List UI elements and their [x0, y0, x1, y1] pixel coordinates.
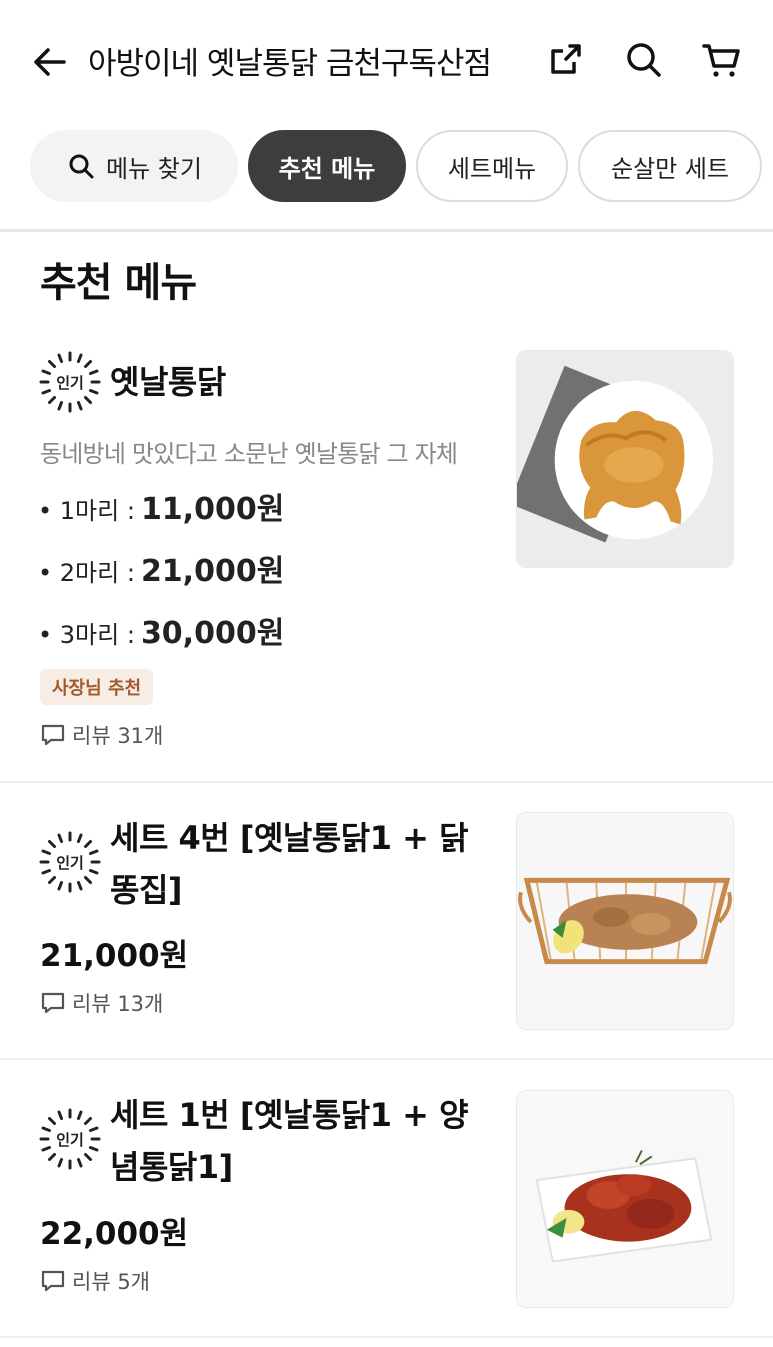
price-option-label: • 3마리 :: [38, 621, 135, 649]
popular-badge: 인기: [38, 350, 102, 414]
search-icon: [69, 154, 94, 179]
tab-boneless-set[interactable]: 순살만 세트: [578, 130, 762, 202]
comment-icon: [41, 992, 65, 1014]
menu-item-description: 동네방네 맛있다고 소문난 옛날통닭 그 자체: [40, 440, 458, 468]
search-icon[interactable]: [622, 38, 666, 82]
price-option-value: 11,000원: [140, 492, 285, 527]
comment-icon: [41, 1270, 65, 1292]
popular-label: 인기: [56, 853, 84, 872]
back-arrow-icon[interactable]: [30, 42, 70, 82]
section-title: 추천 메뉴: [40, 260, 197, 306]
top-app-bar: 아방이네 옛날통닭 금천구독산점: [0, 0, 773, 120]
price-option: • 3마리 :30,000원: [38, 608, 284, 652]
menu-item-name: 세트 4번 [옛날통닭1 + 닭똥집]: [110, 819, 469, 909]
divider: [0, 229, 773, 232]
price-option-label: • 2마리 :: [38, 559, 135, 587]
owner-recommend-tag: 사장님 추천: [40, 669, 154, 705]
popular-label: 인기: [56, 1130, 84, 1149]
tab-set-menu[interactable]: 세트메뉴: [416, 130, 568, 202]
store-title: 아방이네 옛날통닭 금천구독산점: [88, 46, 492, 82]
popular-badge: 인기: [38, 830, 102, 894]
review-count: 리뷰 5개: [40, 1266, 150, 1296]
price-option-value: 30,000원: [140, 616, 285, 651]
cart-icon[interactable]: [700, 38, 744, 82]
price-option: • 2마리 :21,000원: [38, 546, 284, 590]
menu-search-button[interactable]: 메뉴 찾기: [30, 130, 238, 202]
comment-icon: [41, 724, 65, 746]
review-count: 리뷰 31개: [40, 720, 163, 750]
popular-label: 인기: [56, 373, 84, 392]
menu-item-price: 22,000원: [40, 1216, 189, 1252]
popular-badge: 인기: [38, 1107, 102, 1171]
review-count-label: 리뷰 31개: [72, 724, 164, 748]
price-option-value: 21,000원: [140, 554, 285, 589]
menu-item-price: 21,000원: [40, 938, 189, 974]
price-option: • 1마리 :11,000원: [38, 484, 284, 528]
menu-item-photo[interactable]: [516, 1090, 734, 1308]
menu-search-label: 메뉴 찾기: [106, 154, 202, 183]
menu-item-photo[interactable]: [516, 350, 734, 568]
divider: [0, 1336, 773, 1338]
review-count-label: 리뷰 13개: [72, 992, 164, 1016]
review-count-label: 리뷰 5개: [72, 1270, 150, 1294]
tab-recommended[interactable]: 추천 메뉴: [248, 130, 406, 202]
menu-item-photo[interactable]: [516, 812, 734, 1030]
price-option-label: • 1마리 :: [38, 497, 135, 525]
divider: [0, 1058, 773, 1060]
menu-item-name: 세트 1번 [옛날통닭1 + 양념통닭1]: [110, 1096, 469, 1186]
share-icon[interactable]: [544, 38, 588, 82]
category-tabs: 메뉴 찾기 추천 메뉴 세트메뉴 순살만 세트: [30, 130, 762, 202]
divider: [0, 781, 773, 783]
review-count: 리뷰 13개: [40, 988, 163, 1018]
menu-item-name: 옛날통닭: [110, 363, 226, 401]
